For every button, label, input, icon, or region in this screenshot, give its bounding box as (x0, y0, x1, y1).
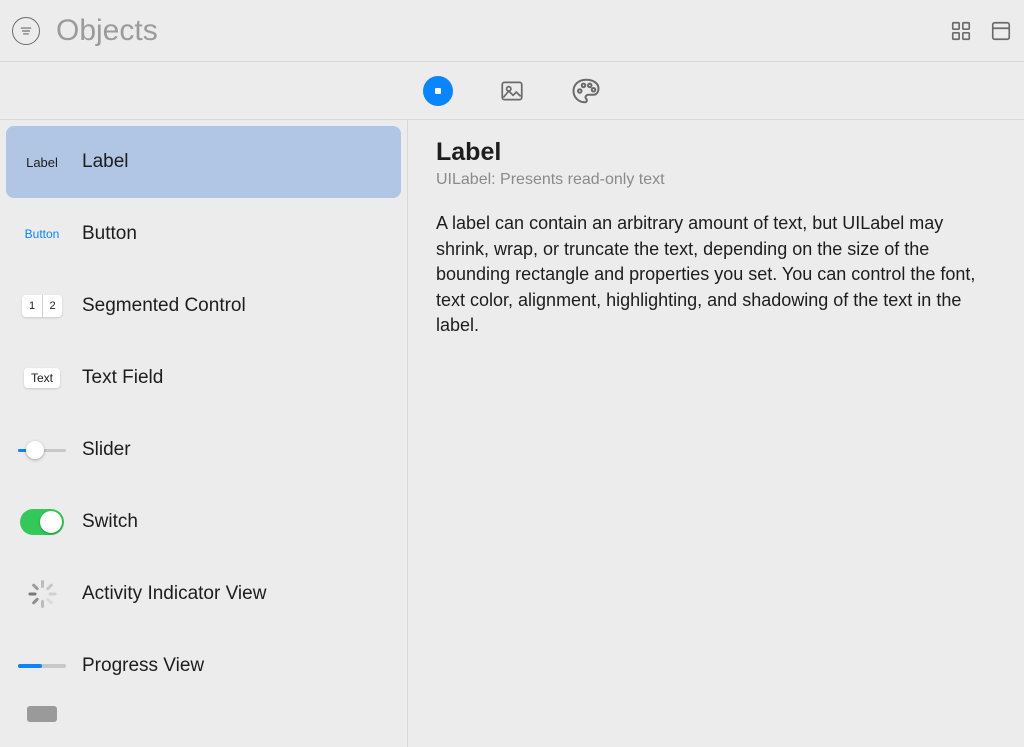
detail-pane: Label UILabel: Presents read-only text A… (408, 120, 1024, 747)
list-item-progress-view[interactable]: Progress View (6, 630, 401, 702)
stop-square-icon (432, 85, 444, 97)
toolbar-right-group (950, 20, 1012, 42)
list-item-activity-indicator[interactable]: Activity Indicator View (6, 558, 401, 630)
detail-subtitle: UILabel: Presents read-only text (436, 171, 996, 189)
text-field-icon: Text (18, 358, 66, 398)
grid-view-icon[interactable] (950, 20, 972, 42)
toolbar (0, 0, 1024, 62)
progress-view-icon (18, 646, 66, 686)
category-tabs (0, 62, 1024, 120)
slider-icon (18, 430, 66, 470)
detail-view-icon[interactable] (990, 20, 1012, 42)
list-item-title: Activity Indicator View (82, 583, 266, 605)
list-item-slider[interactable]: Slider (6, 414, 401, 486)
list-item-partial[interactable] (6, 702, 401, 722)
activity-indicator-icon (18, 574, 66, 614)
list-item-text-field[interactable]: Text Text Field (6, 342, 401, 414)
detail-title: Label (436, 138, 996, 167)
filter-menu-button[interactable] (12, 17, 40, 45)
menu-lines-icon (19, 24, 33, 38)
list-item-label[interactable]: Label Label (6, 126, 401, 198)
list-item-button[interactable]: Button Button (6, 198, 401, 270)
detail-description: A label can contain an arbitrary amount … (436, 211, 996, 339)
tab-objects[interactable] (423, 76, 453, 106)
list-item-title: Label (82, 151, 129, 173)
label-icon: Label (18, 142, 66, 182)
search-input[interactable] (56, 14, 950, 48)
list-item-title: Text Field (82, 367, 163, 389)
tab-color-palette-icon[interactable] (571, 76, 601, 106)
segmented-control-icon: 12 (18, 286, 66, 326)
tab-media-icon[interactable] (499, 78, 525, 104)
list-item-title: Segmented Control (82, 295, 246, 317)
button-icon: Button (18, 214, 66, 254)
list-item-switch[interactable]: Switch (6, 486, 401, 558)
list-item-segmented-control[interactable]: 12 Segmented Control (6, 270, 401, 342)
list-item-title: Button (82, 223, 137, 245)
content-area: Label Label Button Button 12 Segmented C… (0, 120, 1024, 747)
object-list[interactable]: Label Label Button Button 12 Segmented C… (0, 120, 408, 747)
switch-icon (18, 502, 66, 542)
stepper-icon (18, 706, 66, 722)
list-item-title: Progress View (82, 655, 204, 677)
list-item-title: Switch (82, 511, 138, 533)
list-item-title: Slider (82, 439, 131, 461)
